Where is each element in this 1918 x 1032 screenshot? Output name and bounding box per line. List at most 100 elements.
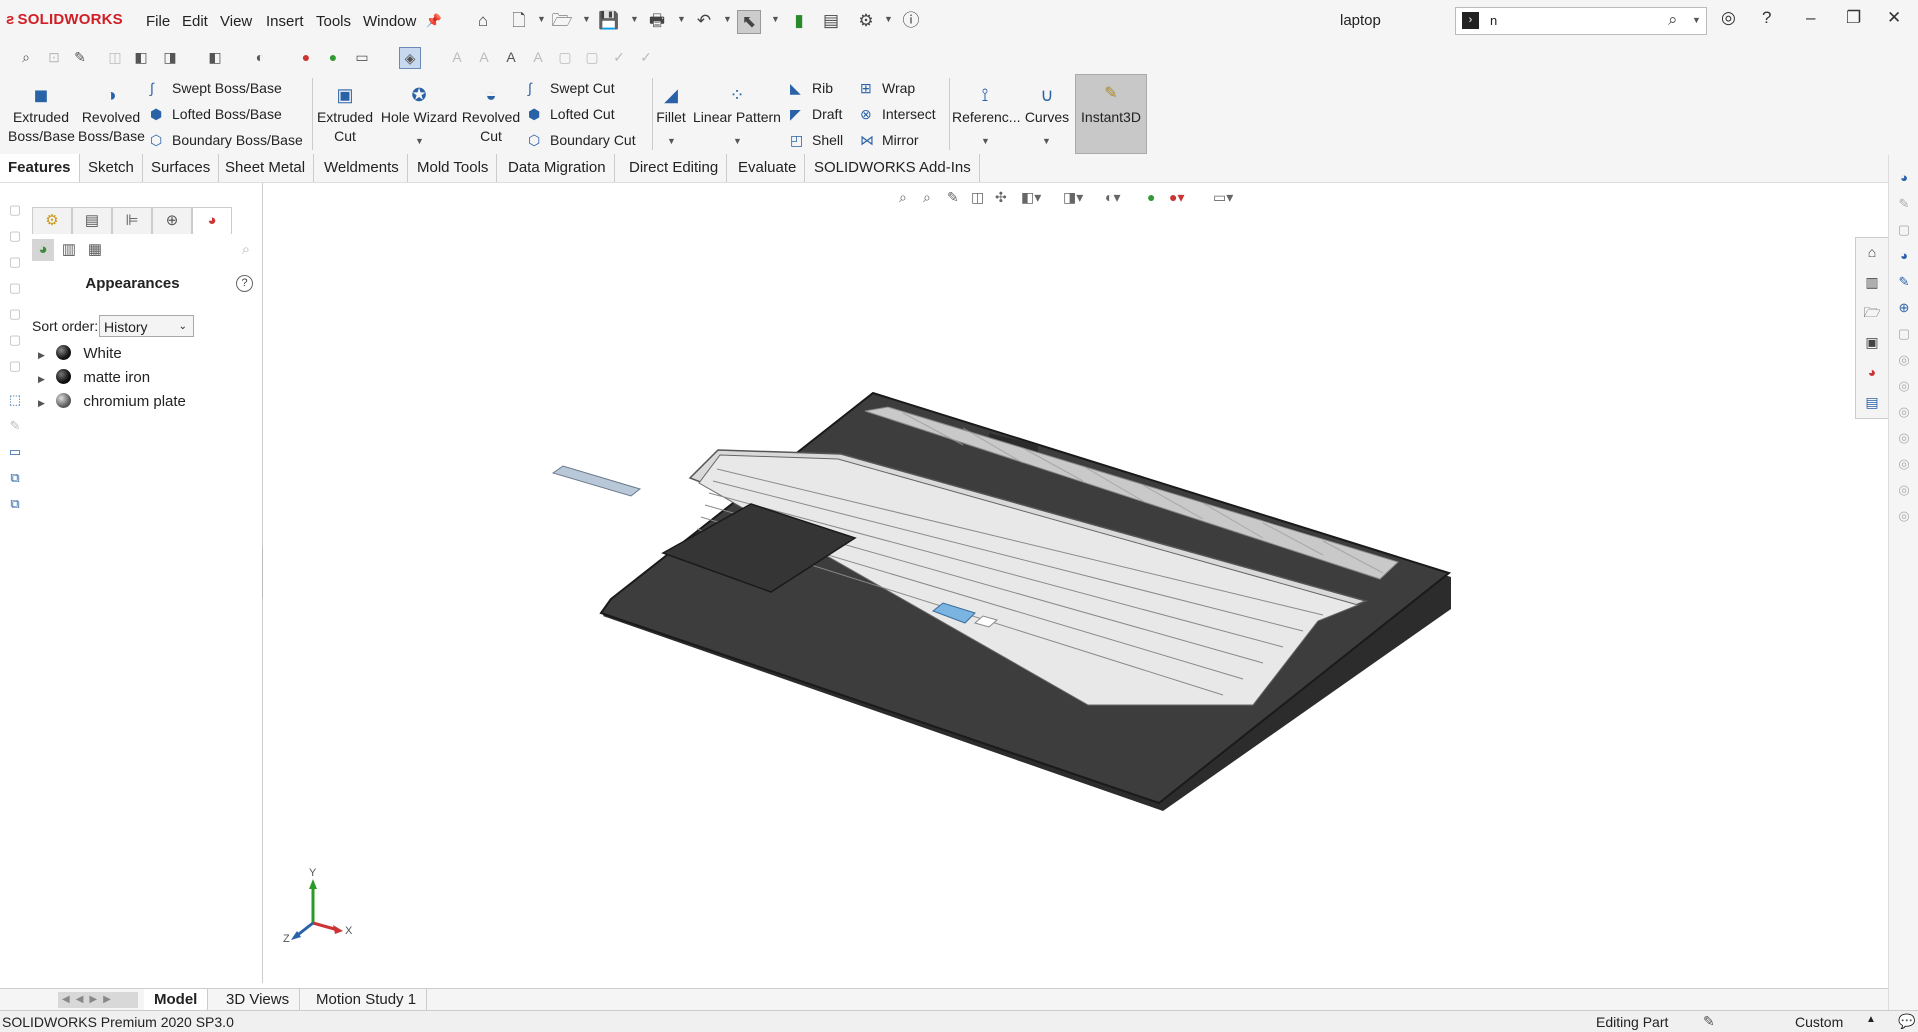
rebuild-status-icon[interactable]: ✎ — [1703, 1013, 1715, 1030]
note-icon[interactable]: A — [474, 47, 494, 67]
tab-surfaces[interactable]: Surfaces — [143, 154, 220, 182]
tool-icon[interactable]: ✎ — [1895, 273, 1913, 291]
realview-icon[interactable]: ◈ — [399, 47, 421, 69]
chevron-up-icon[interactable]: ▲ — [1866, 1014, 1876, 1025]
draft-button[interactable]: ◤ Draft — [790, 106, 842, 123]
appearance-item-chromium-plate[interactable]: ▶ chromium plate — [38, 393, 186, 410]
intersect-button[interactable]: ⊗ Intersect — [860, 106, 936, 123]
select-tool-icon[interactable]: ⬚ — [6, 391, 24, 409]
tool-icon[interactable]: ◎ — [1895, 481, 1913, 499]
feature-icon[interactable]: ▢ — [6, 357, 24, 375]
tool-icon[interactable]: ◎ — [1895, 455, 1913, 473]
feature-icon[interactable]: ▢ — [6, 305, 24, 323]
copy-icon[interactable]: ⧉ — [6, 469, 24, 487]
select-cursor-icon[interactable]: ⬉ — [737, 10, 761, 34]
paste-icon[interactable]: ⧉ — [6, 495, 24, 513]
tab-mold-tools[interactable]: Mold Tools — [409, 154, 498, 182]
tab-weldments[interactable]: Weldments — [316, 154, 408, 182]
comment-icon[interactable]: 💬 — [1898, 1013, 1915, 1030]
sort-order-select[interactable]: History ⌄ — [99, 315, 194, 337]
chevron-down-icon[interactable]: ▼ — [1692, 15, 1701, 25]
close-icon[interactable]: ✕ — [1887, 8, 1901, 28]
view-cube-icon[interactable]: ◧ — [131, 47, 151, 67]
tab-direct-editing[interactable]: Direct Editing — [621, 154, 728, 182]
tab-scroll-arrows[interactable]: ◀◀▶▶ — [58, 992, 138, 1008]
hole-wizard-button[interactable]: ✪ Hole Wizard — [380, 84, 458, 127]
view-palette-icon[interactable]: ▣ — [1862, 332, 1882, 352]
instant3d-button[interactable]: ✎ Instant3D — [1075, 74, 1147, 154]
tab-solidworks-add-ins[interactable]: SOLIDWORKS Add-Ins — [806, 154, 980, 182]
appearances-scenes-icon[interactable]: ◕ — [1862, 362, 1882, 382]
feature-icon[interactable]: ▢ — [6, 279, 24, 297]
dimxpert-icon[interactable]: ⊕ — [152, 207, 192, 234]
tab-features[interactable]: Features — [0, 154, 80, 182]
tab-sketch[interactable]: Sketch — [80, 154, 143, 182]
unit-system[interactable]: Custom — [1795, 1014, 1843, 1030]
tool-icon[interactable]: ▢ — [1895, 325, 1913, 343]
new-document-icon[interactable]: 🗋 — [508, 10, 530, 32]
view-settings-icon[interactable]: ▭ — [352, 47, 372, 67]
menu-tools[interactable]: Tools — [316, 13, 351, 30]
tool-icon[interactable]: ▢ — [1895, 221, 1913, 239]
property-manager-icon[interactable]: ▤ — [72, 207, 112, 234]
tab-model[interactable]: Model — [144, 989, 209, 1011]
appearance-item-white[interactable]: ▶ White — [38, 345, 122, 362]
appearance-item-matte-iron[interactable]: ▶ matte iron — [38, 369, 150, 386]
appearance-icon[interactable]: ◕ — [1895, 169, 1913, 187]
hide-show-icon[interactable]: ◐ — [250, 47, 270, 67]
tool-icon[interactable]: ◎ — [1895, 377, 1913, 395]
menu-file[interactable]: File — [146, 13, 170, 30]
solidworks-logo[interactable]: ƨ SOLIDWORKS — [6, 11, 123, 28]
tab-evaluate[interactable]: Evaluate — [730, 154, 806, 182]
tool-icon[interactable]: ⊕ — [1895, 299, 1913, 317]
fillet-button[interactable]: ◢ Fillet — [655, 84, 687, 127]
annotation-icon[interactable]: A — [447, 47, 467, 67]
chevron-down-icon[interactable]: ▼ — [582, 14, 591, 24]
revolved-boss-button[interactable]: ◑ Revolved Boss/Base — [78, 84, 145, 146]
file-explorer-icon[interactable]: 🗁 — [1862, 302, 1882, 322]
chevron-down-icon[interactable]: ▼ — [981, 136, 990, 146]
surface-finish-icon[interactable]: ▢ — [555, 47, 575, 67]
chevron-down-icon[interactable]: ▼ — [415, 136, 424, 146]
help-question-icon[interactable]: ? — [1762, 8, 1771, 28]
edit-appearance-icon[interactable]: ● — [296, 47, 316, 67]
feature-manager-icon[interactable]: ⚙ — [32, 207, 72, 234]
search-icon[interactable]: ⌕ — [235, 239, 257, 261]
expand-arrow-icon[interactable]: ▶ — [38, 374, 52, 385]
chevron-down-icon[interactable]: ▼ — [884, 14, 893, 24]
print-icon[interactable]: 🖶 — [646, 10, 668, 32]
scene-icon[interactable]: ● — [323, 47, 343, 67]
chevron-down-icon[interactable]: ▼ — [537, 14, 546, 24]
gear-icon[interactable]: ⚙ — [855, 10, 877, 32]
save-icon[interactable]: 💾 — [598, 10, 620, 32]
undo-icon[interactable]: ↶ — [693, 10, 715, 32]
edit-icon[interactable]: ✎ — [6, 417, 24, 435]
linear-pattern-button[interactable]: ⁘ Linear Pattern — [692, 84, 782, 127]
section-view-icon[interactable]: ◫ — [105, 47, 125, 67]
zoom-fit-icon[interactable]: ⌕ — [16, 47, 36, 67]
file-properties-icon[interactable]: ▤ — [820, 10, 842, 32]
restore-icon[interactable]: ❐ — [1846, 8, 1861, 28]
menu-window[interactable]: Window — [363, 13, 416, 30]
curves-button[interactable]: ∪ Curves — [1022, 84, 1072, 127]
tab-data-migration[interactable]: Data Migration — [500, 154, 615, 182]
view-orientation-icon[interactable]: ◨ — [160, 47, 180, 67]
tab-3d-views[interactable]: 3D Views — [216, 989, 301, 1011]
configuration-manager-icon[interactable]: ⊫ — [112, 207, 152, 234]
display-style-icon[interactable]: ◧ — [205, 47, 225, 67]
tool-icon[interactable]: ◎ — [1895, 429, 1913, 447]
chevron-down-icon[interactable]: ▼ — [723, 14, 732, 24]
help-icon[interactable]: ? — [236, 275, 253, 292]
feature-icon[interactable]: ▢ — [6, 227, 24, 245]
menu-edit[interactable]: Edit — [182, 13, 208, 30]
chevron-down-icon[interactable]: ▼ — [630, 14, 639, 24]
home-icon[interactable]: ⌂ — [1862, 242, 1882, 262]
geometric-tolerance-icon[interactable]: ✓ — [636, 47, 656, 67]
tool-icon[interactable]: ✎ — [1895, 195, 1913, 213]
feature-icon[interactable]: ▢ — [6, 331, 24, 349]
expand-arrow-icon[interactable]: ▶ — [38, 350, 52, 361]
swept-boss-button[interactable]: ∫ Swept Boss/Base — [150, 80, 282, 96]
shell-button[interactable]: ◰ Shell — [790, 132, 843, 149]
minimize-icon[interactable]: – — [1806, 8, 1815, 28]
user-account-icon[interactable]: ◎ — [1721, 8, 1736, 28]
